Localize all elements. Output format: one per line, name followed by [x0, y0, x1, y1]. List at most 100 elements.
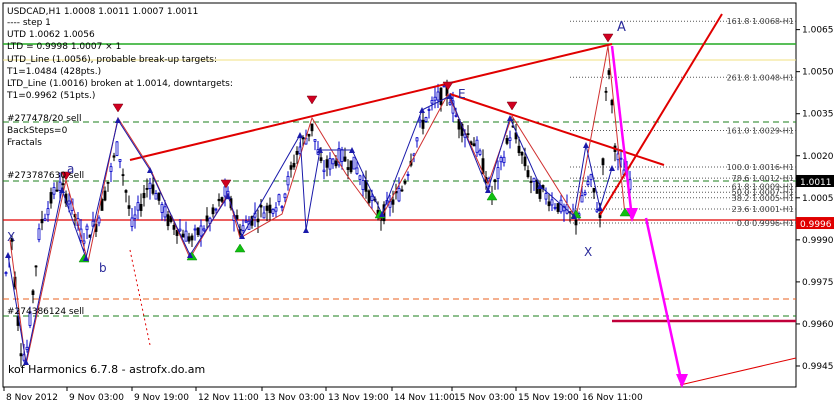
candle-body: [187, 236, 191, 242]
y-tick-label: 0.9990: [802, 236, 834, 246]
candle-body: [397, 187, 401, 202]
order-label-2: #274386124 sell: [7, 307, 84, 317]
candle-body: [85, 225, 89, 231]
x-tick-label: 12 Nov 11:00: [198, 393, 259, 403]
candle-body: [166, 214, 170, 227]
candle-body: [259, 205, 263, 208]
candle-body: [184, 230, 188, 242]
level-price-badge: 0.9996: [800, 220, 832, 230]
candle-body: [439, 87, 443, 105]
candle-body: [328, 158, 332, 170]
candle-body: [109, 166, 113, 172]
candle-body: [556, 203, 560, 212]
fib-label: 23.6 1.0001-H1: [732, 205, 794, 214]
candle-body: [403, 181, 407, 184]
candle-body: [178, 228, 182, 232]
candle-body: [124, 190, 128, 193]
candle-body: [217, 198, 221, 202]
candle-body: [499, 157, 503, 163]
candle-body: [418, 119, 422, 123]
indicator-label-2: BackSteps=0: [7, 126, 68, 136]
candle-body: [313, 139, 317, 142]
candle-body: [139, 204, 143, 211]
candle-body: [121, 174, 125, 177]
candle-body: [334, 160, 338, 167]
candle-body: [592, 187, 596, 193]
candle-body: [310, 123, 314, 132]
candle-body: [181, 233, 185, 238]
candle-body: [160, 204, 164, 213]
candle-body: [391, 199, 395, 205]
candle-body: [520, 151, 524, 156]
symbol-header: USDCAD,H1 1.0008 1.0011 1.0007 1.0011: [7, 7, 198, 17]
fib-label: 100.0 1.0016-H1: [727, 163, 794, 172]
candle-body: [268, 204, 272, 214]
candle-body: [580, 194, 584, 203]
candle-body: [46, 208, 50, 216]
candle-body: [286, 175, 290, 186]
candle-body: [415, 137, 419, 142]
candle-body: [547, 201, 551, 207]
candle-body: [67, 200, 71, 205]
candle-body: [619, 157, 623, 160]
candle-body: [205, 215, 209, 222]
pattern-letter-e: E: [458, 87, 466, 101]
price-chart[interactable]: 161.8 1.0068-H1 261.8 1.0048-H1 161.0 1.00…: [0, 0, 837, 407]
candle-body: [532, 177, 536, 182]
candle-body: [349, 160, 353, 173]
candle-body: [292, 162, 296, 168]
candle-body: [601, 158, 605, 166]
candle-body: [106, 181, 110, 184]
fib-label: 161.0 1.0029-H1: [727, 127, 794, 136]
candle-body: [295, 150, 299, 155]
candle-body: [193, 228, 197, 231]
candle-body: [307, 133, 311, 137]
candle-body: [277, 194, 281, 203]
current-price-badge: 1.0011: [800, 178, 832, 188]
candle-body: [289, 165, 293, 170]
candle-body: [559, 199, 563, 213]
candle-body: [220, 197, 224, 202]
info-line-4: UTD_Line (1.0056), probable break-up tar…: [7, 55, 217, 65]
info-line-6: LTD_Line (1.0016) broken at 1.0014, down…: [7, 79, 233, 89]
x-tick-label: 9 Nov 03:00: [69, 393, 124, 403]
info-line-1: ---- step 1: [7, 18, 51, 28]
candle-body: [19, 353, 23, 357]
candle-body: [343, 156, 347, 162]
candle-body: [142, 192, 146, 199]
candle-body: [133, 214, 137, 219]
y-tick-label: 1.0020: [802, 152, 834, 162]
x-tick-label: 9 Nov 19:00: [134, 393, 189, 403]
candle-body: [4, 272, 8, 275]
candle-body: [283, 193, 287, 199]
candle-body: [553, 206, 557, 209]
candle-body: [574, 219, 578, 226]
candle-body: [322, 169, 326, 172]
candle-body: [331, 158, 335, 165]
candle-body: [34, 265, 38, 268]
x-tick-label: 15 Nov 19:00: [518, 393, 579, 403]
pattern-letter-a: a: [67, 162, 74, 176]
candle-body: [256, 218, 260, 223]
candle-body: [529, 180, 533, 183]
candle-body: [136, 202, 140, 211]
info-line-5: T1=1.0484 (428pts.): [6, 67, 101, 77]
candle-body: [103, 190, 107, 201]
candle-body: [544, 193, 548, 200]
x-tick-label: 16 Nov 11:00: [582, 393, 643, 403]
candle-body: [223, 186, 227, 197]
fib-label: 38.2 1.0005-H1: [732, 194, 794, 203]
candle-body: [40, 219, 44, 224]
candle-body: [502, 156, 506, 164]
candle-body: [241, 225, 245, 231]
candle-body: [586, 181, 590, 185]
info-line-2: UTD 1.0062 1.0056: [7, 30, 95, 40]
candle-body: [100, 199, 104, 211]
candle-body: [274, 207, 278, 212]
candle-body: [361, 180, 365, 191]
x-tick-label: 15 Nov 03:00: [454, 393, 515, 403]
candle-body: [448, 101, 452, 105]
candle-body: [454, 114, 458, 117]
candle-body: [400, 189, 404, 192]
candle-body: [550, 199, 554, 206]
